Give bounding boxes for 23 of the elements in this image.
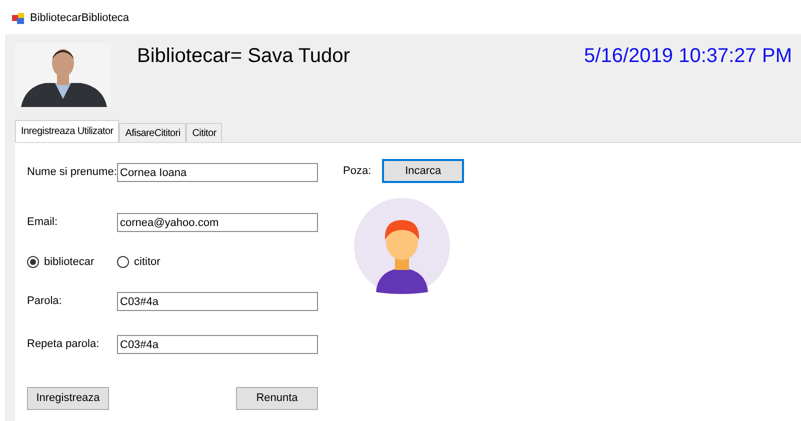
radio-label: bibliotecar <box>44 254 94 270</box>
input-field[interactable]: cornea@yahoo.com <box>117 213 318 232</box>
date-time: 5/16/2019 10:37:27 PM <box>584 46 792 69</box>
input-field[interactable]: C03#4a <box>117 335 318 354</box>
tab[interactable]: Cititor <box>186 123 222 142</box>
tab[interactable]: AfisareCititori <box>119 123 186 142</box>
radio-label: cititor <box>134 254 160 270</box>
field-label: Email: <box>27 215 59 230</box>
tab[interactable]: Inregistreaza Utilizator <box>15 120 120 142</box>
app-icon <box>12 12 24 24</box>
field-label: Nume si prenume: <box>27 165 117 180</box>
field-label: Parola: <box>27 294 63 310</box>
radio-button[interactable] <box>27 256 39 268</box>
upload-button[interactable]: Incarca <box>382 159 464 183</box>
input-field[interactable]: Cornea Ioana <box>117 163 318 182</box>
field-label: Repeta parola: <box>27 337 100 352</box>
input-field[interactable]: C03#4a <box>117 292 318 311</box>
form-button[interactable]: Renunta <box>236 387 318 410</box>
form-button[interactable]: Inregistreaza <box>27 387 109 410</box>
window-title: BibliotecarBiblioteca <box>30 10 130 26</box>
radio-button[interactable] <box>117 256 129 268</box>
photo-label: Poza: <box>343 164 372 179</box>
librarian-name: Bibliotecar= Sava Tudor <box>137 46 350 69</box>
